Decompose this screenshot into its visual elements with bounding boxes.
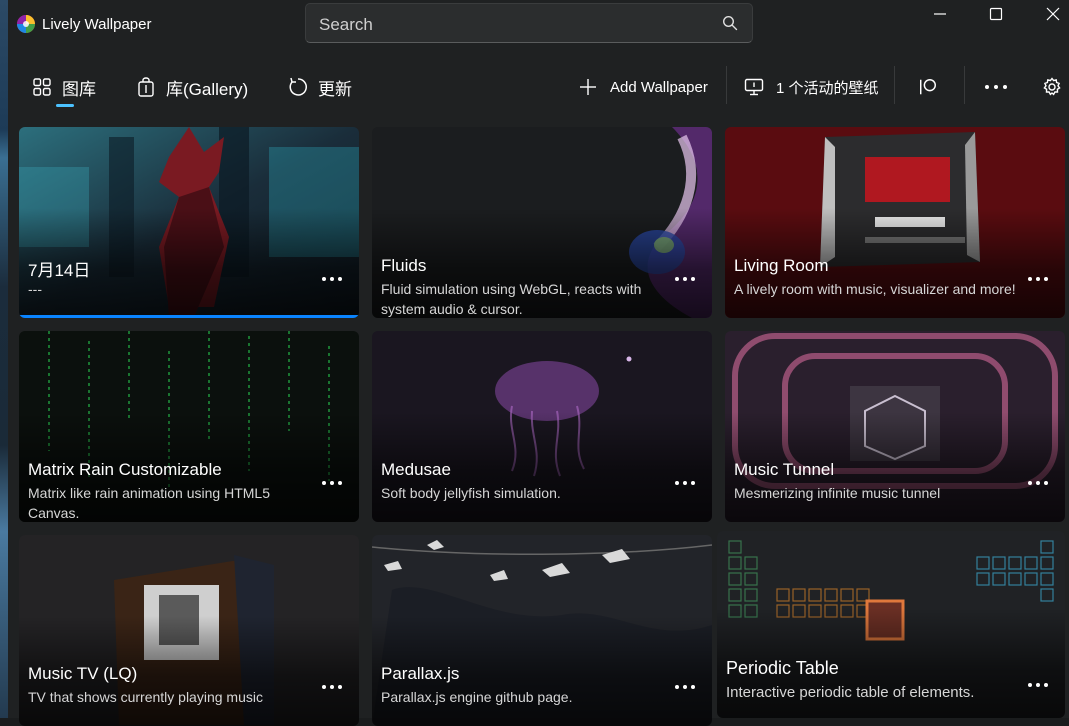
wallpaper-card-medusae[interactable]: Medusae Soft body jellyfish simulation.: [372, 331, 712, 522]
nav-item-gallery[interactable]: 库(Gallery): [136, 74, 248, 100]
wallpaper-description: A lively room with music, visualizer and…: [734, 281, 1016, 297]
monitor-icon: [744, 77, 764, 97]
selected-indicator: [19, 315, 359, 318]
patreon-icon: [918, 77, 938, 97]
wallpaper-title: Music TV (LQ): [28, 664, 138, 683]
wallpaper-card-fluids[interactable]: Fluids Fluid simulation using WebGL, rea…: [372, 127, 712, 318]
wallpaper-title: Matrix Rain Customizable: [28, 460, 222, 479]
wallpaper-card-periodic-table[interactable]: Periodic Table Interactive periodic tabl…: [717, 531, 1065, 718]
plus-icon: [578, 77, 598, 97]
settings-button[interactable]: [1042, 74, 1062, 100]
wallpaper-card-parallax[interactable]: Parallax.js Parallax.js engine github pa…: [372, 535, 712, 726]
active-wallpapers-label: 1 个活动的壁纸: [776, 79, 879, 97]
wallpaper-title: Periodic Table: [726, 658, 839, 678]
active-wallpapers-button[interactable]: 1 个活动的壁纸: [744, 74, 879, 100]
nav-item-label: 更新: [318, 79, 352, 99]
minimize-icon: [934, 13, 946, 15]
desktop-background-strip: [0, 0, 8, 718]
command-separator: [894, 66, 895, 104]
wallpaper-description: Soft body jellyfish simulation.: [381, 485, 561, 501]
app-window: Lively Wallpaper Search 图库 库(Gallery) 更新…: [8, 0, 1069, 726]
more-icon[interactable]: [672, 475, 698, 491]
wallpaper-title: Music Tunnel: [734, 460, 835, 479]
nav-item-label: 图库: [62, 79, 96, 99]
more-icon[interactable]: [319, 475, 345, 491]
maximize-icon: [989, 7, 1003, 21]
more-icon[interactable]: [1025, 271, 1051, 287]
search-icon[interactable]: [722, 15, 738, 31]
wallpaper-description: Mesmerizing infinite music tunnel: [734, 485, 941, 501]
wallpaper-card-living-room[interactable]: Living Room A lively room with music, vi…: [725, 127, 1065, 318]
add-wallpaper-label: Add Wallpaper: [610, 78, 708, 96]
wallpaper-title: 7月14日: [28, 261, 91, 280]
wallpaper-description: Parallax.js engine github page.: [381, 689, 573, 705]
nav-item-library[interactable]: 图库: [32, 74, 96, 100]
more-icon[interactable]: [672, 679, 698, 695]
more-icon[interactable]: [319, 679, 345, 695]
wallpaper-card-july14[interactable]: 7月14日 ---: [19, 127, 359, 318]
maximize-button[interactable]: [976, 2, 1016, 26]
more-icon[interactable]: [1025, 475, 1051, 491]
wallpaper-description: Matrix like rain animation using HTML5 C…: [28, 485, 270, 521]
close-button[interactable]: [1033, 2, 1069, 26]
navigation-bar: 图库 库(Gallery) 更新 Add Wallpaper 1 个活动的壁纸: [8, 60, 1069, 112]
patreon-button[interactable]: [918, 74, 950, 100]
more-icon[interactable]: [1025, 677, 1051, 693]
wallpaper-card-music-tv[interactable]: Music TV (LQ) TV that shows currently pl…: [19, 535, 359, 726]
search-box[interactable]: Search: [305, 3, 753, 43]
wallpaper-card-music-tunnel[interactable]: Music Tunnel Mesmerizing infinite music …: [725, 331, 1065, 522]
grid-icon: [32, 77, 52, 97]
nav-item-label: 库(Gallery): [166, 79, 249, 99]
wallpaper-description: Fluid simulation using WebGL, reacts wit…: [381, 281, 642, 317]
wallpaper-description: TV that shows currently playing music: [28, 689, 263, 705]
app-title: Lively Wallpaper: [42, 16, 152, 33]
command-separator: [726, 66, 727, 104]
wallpaper-title: Parallax.js: [381, 664, 460, 683]
wallpaper-description: ---: [28, 281, 42, 297]
nav-item-updates[interactable]: 更新: [288, 74, 352, 100]
gear-icon: [1043, 77, 1061, 96]
nav-selection-indicator: [56, 104, 74, 107]
more-icon[interactable]: [672, 271, 698, 287]
bag-icon: [136, 77, 156, 97]
wallpaper-description: Interactive periodic table of elements.: [726, 684, 975, 701]
more-icon[interactable]: [319, 271, 345, 287]
title-bar[interactable]: Lively Wallpaper Search: [8, 0, 1069, 52]
add-wallpaper-button[interactable]: Add Wallpaper: [578, 74, 708, 100]
command-separator: [964, 66, 965, 104]
lively-logo-icon: [17, 15, 35, 33]
wallpaper-title: Medusae: [381, 460, 451, 479]
wallpaper-grid: 7月14日 --- Fluids Fluid simulation using …: [8, 112, 1069, 726]
more-options-button[interactable]: [984, 74, 1008, 100]
more-icon: [985, 85, 1007, 89]
wallpaper-title: Fluids: [381, 256, 427, 275]
wallpaper-card-matrix-rain[interactable]: Matrix Rain Customizable Matrix like rai…: [19, 331, 359, 522]
refresh-icon: [288, 77, 308, 97]
search-input[interactable]: Search: [319, 15, 373, 35]
wallpaper-title: Living Room: [734, 256, 829, 275]
close-icon: [1046, 7, 1060, 21]
minimize-button[interactable]: [920, 2, 960, 26]
